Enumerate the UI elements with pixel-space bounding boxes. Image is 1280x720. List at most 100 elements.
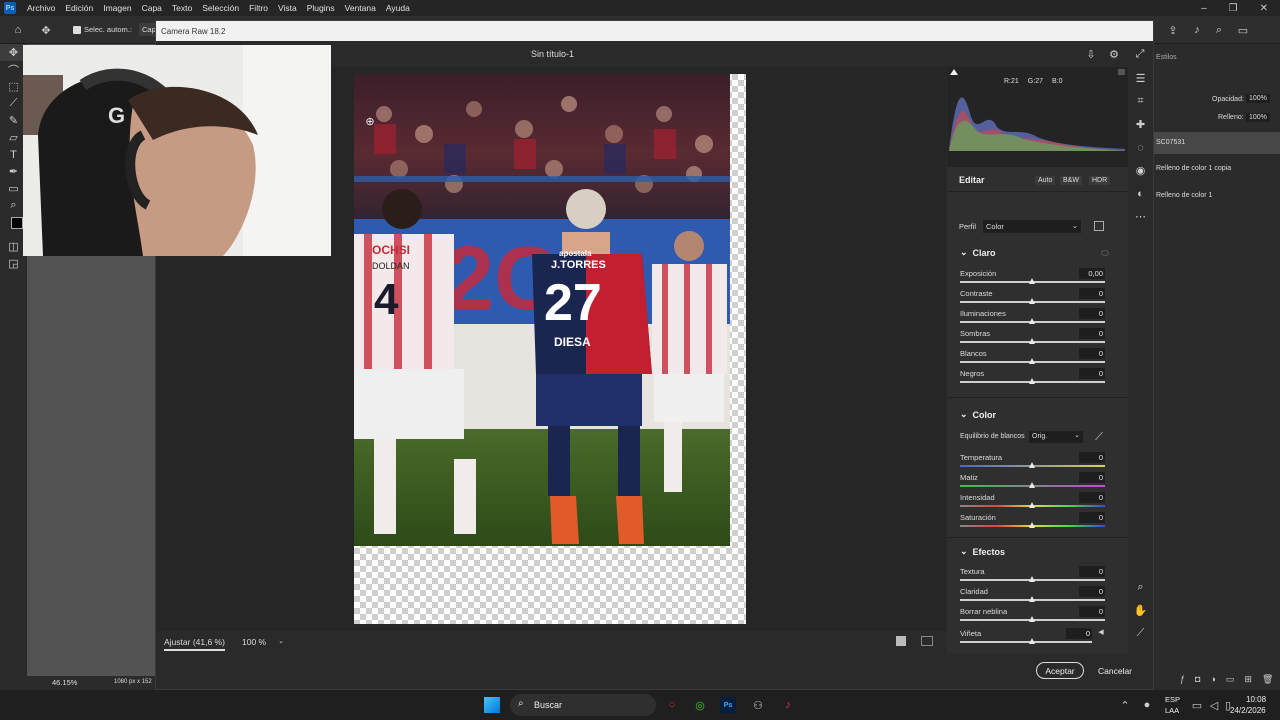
- menu-archivo[interactable]: Archivo: [22, 3, 60, 13]
- volume-icon[interactable]: ◁: [1207, 698, 1221, 712]
- single-view-icon[interactable]: [896, 636, 906, 646]
- language-indicator[interactable]: ESP: [1165, 695, 1180, 704]
- redeye-icon[interactable]: ◉: [1133, 163, 1148, 178]
- slider-blancos[interactable]: Blancos 0: [960, 348, 1105, 369]
- profile-browser-icon[interactable]: [1094, 221, 1104, 231]
- slider-sombras[interactable]: Sombras 0: [960, 328, 1105, 349]
- heal-icon[interactable]: ✚: [1133, 117, 1148, 132]
- layer-row[interactable]: SC07531: [1154, 132, 1280, 154]
- save-icon[interactable]: ⇩: [1084, 47, 1098, 61]
- profile-select[interactable]: Color ⌄: [983, 220, 1081, 233]
- slider-saturacion[interactable]: Saturación 0: [960, 512, 1105, 533]
- clock-time[interactable]: 10:08: [1246, 695, 1266, 704]
- windows-start-icon[interactable]: [484, 697, 500, 713]
- highlight-clip-icon[interactable]: [1118, 69, 1125, 75]
- mic-icon[interactable]: ●: [1140, 698, 1154, 712]
- opera-icon[interactable]: ○: [664, 697, 680, 713]
- menu-imagen[interactable]: Imagen: [98, 3, 136, 13]
- minimize-icon[interactable]: –: [1201, 3, 1207, 14]
- eyedropper-icon[interactable]: ⟋: [1093, 431, 1105, 443]
- presets-icon[interactable]: ◐: [1133, 186, 1148, 201]
- slider-textura[interactable]: Textura 0: [960, 566, 1105, 587]
- auto-button[interactable]: Auto: [1035, 176, 1056, 185]
- bw-button[interactable]: B&W: [1060, 176, 1082, 185]
- visibility-eye-icon[interactable]: [1101, 250, 1109, 256]
- menu-filtro[interactable]: Filtro: [244, 3, 273, 13]
- menu-edicion[interactable]: Edición: [60, 3, 98, 13]
- slider-contraste[interactable]: Contraste 0: [960, 288, 1105, 309]
- more-icon[interactable]: ⋯: [1133, 209, 1148, 224]
- fullscreen-icon[interactable]: ⤢: [1133, 47, 1147, 61]
- menu-ayuda[interactable]: Ayuda: [381, 3, 415, 13]
- chevron-down-icon[interactable]: ⌄: [276, 636, 286, 646]
- styles-tab[interactable]: Estilos: [1156, 54, 1177, 61]
- fill-input[interactable]: 100%: [1246, 113, 1270, 122]
- chevron-up-icon[interactable]: ⌃: [1118, 698, 1132, 712]
- white-balance-select[interactable]: Orig. ⌄: [1029, 431, 1083, 443]
- gear-icon[interactable]: ⚙: [1107, 47, 1121, 61]
- share-icon[interactable]: ⇪: [1166, 23, 1180, 37]
- menu-seleccion[interactable]: Selección: [197, 3, 244, 13]
- fx-icon[interactable]: ƒ: [1180, 674, 1185, 685]
- document-canvas[interactable]: 2C OCHSI DOLDAN 4 apostala J.TORRES 27 D…: [354, 74, 746, 624]
- tiktok-icon[interactable]: ♪: [780, 697, 796, 713]
- shadow-clip-icon[interactable]: [950, 69, 958, 75]
- hdr-button[interactable]: HDR: [1089, 176, 1111, 185]
- slider-exposicion[interactable]: Exposición 0,00: [960, 268, 1105, 289]
- hand-icon[interactable]: ✋: [1133, 603, 1148, 618]
- slider-vineta[interactable]: Viñeta 0: [960, 628, 1092, 649]
- menu-capa[interactable]: Capa: [137, 3, 167, 13]
- opacity-input[interactable]: 100%: [1246, 94, 1270, 103]
- slider-temperatura[interactable]: Temperatura 0: [960, 452, 1105, 473]
- slider-claridad[interactable]: Claridad 0: [960, 586, 1105, 607]
- edit-sliders-icon[interactable]: ☰: [1133, 71, 1148, 86]
- clock-date[interactable]: 24/2/2026: [1230, 706, 1266, 715]
- auto-select-checkbox[interactable]: [73, 26, 81, 34]
- display-icon[interactable]: ▭: [1190, 698, 1204, 712]
- efectos-section-header[interactable]: ⌄ Efectos: [960, 546, 1005, 557]
- home-icon[interactable]: ⌂: [10, 23, 26, 37]
- zoom-icon[interactable]: ⌕: [1133, 580, 1148, 595]
- layer-row[interactable]: Relleno de color 1: [1154, 185, 1280, 207]
- crop-icon[interactable]: ⌗: [1133, 94, 1148, 109]
- status-zoom[interactable]: 46.15%: [52, 678, 77, 687]
- slider-borrar-neblina[interactable]: Borrar neblina 0: [960, 606, 1105, 627]
- slider-intensidad[interactable]: Intensidad 0: [960, 492, 1105, 513]
- whatsapp-icon[interactable]: ◎: [692, 697, 708, 713]
- trash-icon[interactable]: 🗑: [1262, 674, 1273, 685]
- zoom-100-button[interactable]: 100 %: [242, 637, 266, 647]
- photoshop-taskbar-icon[interactable]: Ps: [720, 697, 736, 713]
- foreground-color[interactable]: [11, 217, 23, 229]
- claro-section-header[interactable]: ⌄ Claro: [960, 247, 996, 258]
- mask-icon[interactable]: ◌: [1133, 140, 1148, 155]
- keyboard-layout[interactable]: LAA: [1165, 706, 1179, 715]
- screen-mode-icon[interactable]: ◲: [0, 255, 27, 272]
- folder-icon[interactable]: ▭: [1226, 674, 1235, 685]
- restore-icon[interactable]: ❐: [1229, 3, 1238, 14]
- slider-iluminaciones[interactable]: Iluminaciones 0: [960, 308, 1105, 329]
- slider-negros[interactable]: Negros 0: [960, 368, 1105, 389]
- cancel-button[interactable]: Cancelar: [1093, 662, 1137, 679]
- layer-row[interactable]: Relleno de color 1 copia: [1154, 158, 1280, 180]
- adjustment-icon[interactable]: ◑: [1210, 674, 1215, 685]
- menu-ventana[interactable]: Ventana: [340, 3, 381, 13]
- bell-icon[interactable]: ♪: [1190, 23, 1204, 37]
- color-section-header[interactable]: ⌄ Color: [960, 409, 996, 420]
- close-icon[interactable]: ✕: [1260, 3, 1268, 14]
- menu-texto[interactable]: Texto: [167, 3, 197, 13]
- menu-vista[interactable]: Vista: [273, 3, 302, 13]
- zoom-fit-button[interactable]: Ajustar (41,6 %): [164, 637, 225, 651]
- sampler-icon[interactable]: ⟋: [1133, 626, 1148, 641]
- taskbar-search[interactable]: ⌕ Buscar: [510, 694, 656, 716]
- workspace-icon[interactable]: ▭: [1236, 23, 1250, 37]
- accept-button[interactable]: Aceptar: [1036, 662, 1084, 679]
- new-layer-icon[interactable]: ⊞: [1244, 674, 1252, 685]
- move-tool-icon[interactable]: ✥: [38, 23, 54, 37]
- compare-view-icon[interactable]: [921, 636, 933, 646]
- menu-plugins[interactable]: Plugins: [302, 3, 340, 13]
- slider-matiz[interactable]: Matiz 0: [960, 472, 1105, 493]
- steam-icon[interactable]: ⚇: [750, 697, 766, 713]
- mask-icon[interactable]: ◘: [1195, 674, 1200, 685]
- expand-triangle-icon[interactable]: ◀: [1096, 627, 1106, 637]
- search-icon[interactable]: ⌕: [1212, 23, 1226, 37]
